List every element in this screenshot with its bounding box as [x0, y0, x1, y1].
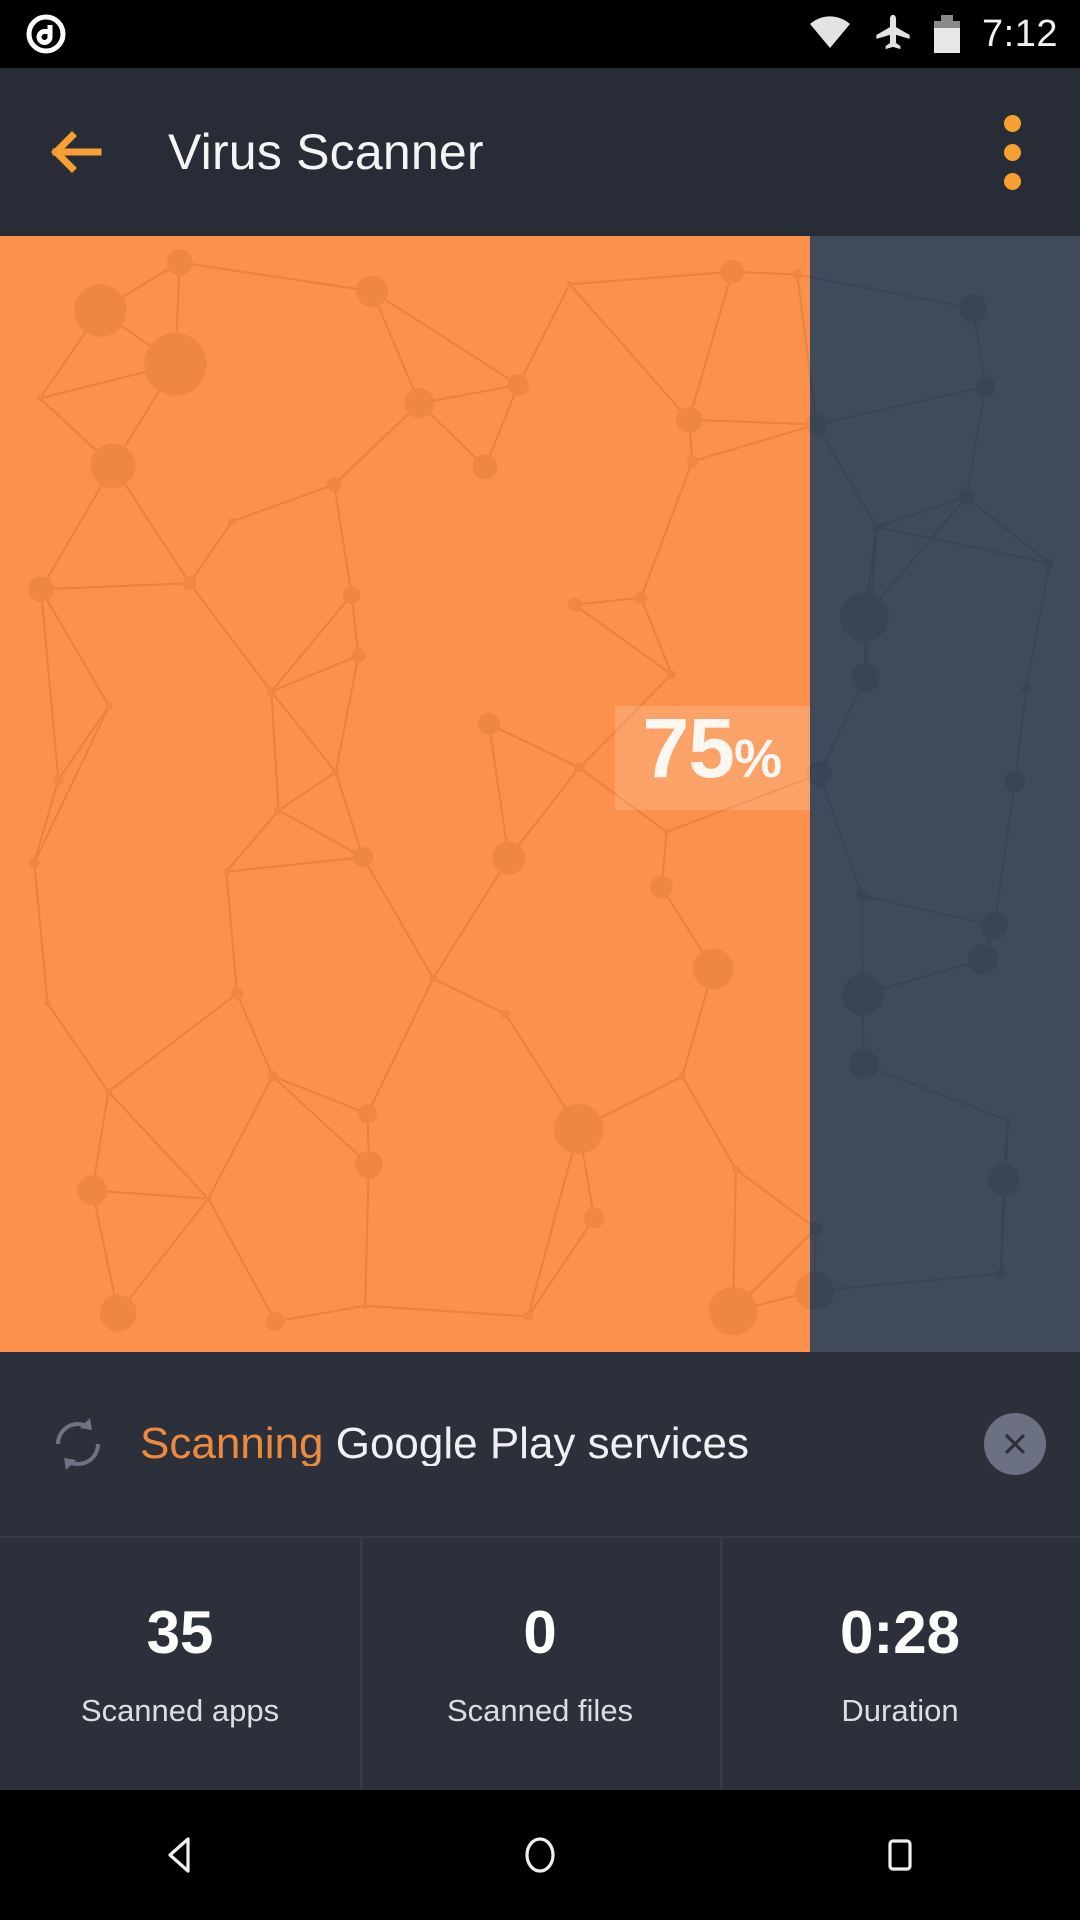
status-bar: 7:12 [0, 0, 1080, 68]
scan-progress-area: 75 % [0, 236, 1080, 1352]
progress-percent-badge: 75 % [614, 701, 810, 810]
scan-stats-row: 35 Scanned apps 0 Scanned files 0:28 Dur… [0, 1536, 1080, 1790]
scanning-status-row: Scanning Google Play services [0, 1352, 1080, 1536]
airplane-mode-icon [874, 13, 912, 56]
overflow-dot [1003, 172, 1021, 190]
battery-icon [934, 15, 961, 53]
avast-logo-icon [26, 14, 66, 54]
wifi-icon [808, 15, 852, 54]
stat-scanned-apps: 35 Scanned apps [0, 1538, 360, 1790]
sync-refresh-icon [46, 1412, 110, 1476]
scanning-target-label: Google Play services [335, 1422, 750, 1466]
nav-home-icon[interactable] [470, 1790, 610, 1920]
overflow-dot [1003, 114, 1021, 132]
status-bar-right: 7:12 [808, 13, 1058, 56]
overflow-menu-icon[interactable] [974, 102, 1050, 202]
status-bar-clock: 7:12 [982, 13, 1058, 55]
stat-label: Scanned apps [80, 1692, 280, 1728]
page-title: Virus Scanner [168, 124, 484, 180]
progress-percent-sign: % [733, 729, 782, 789]
scanning-action-label: Scanning [140, 1422, 324, 1466]
nav-back-icon[interactable] [110, 1790, 250, 1920]
phone-screen: 7:12 Virus Scanner 75 % Scanning Google … [0, 0, 1080, 1920]
scanning-status-text: Scanning Google Play services [140, 1422, 749, 1466]
close-icon[interactable] [984, 1413, 1046, 1475]
status-bar-left [26, 14, 66, 54]
stat-label: Scanned files [446, 1692, 634, 1728]
overflow-dot [1003, 143, 1021, 161]
stat-scanned-files: 0 Scanned files [360, 1538, 720, 1790]
network-pattern-decoration [28, 249, 1054, 1336]
android-nav-bar [0, 1790, 1080, 1920]
stat-value: 35 [146, 1598, 214, 1666]
app-header: Virus Scanner [0, 68, 1080, 236]
stat-duration: 0:28 Duration [720, 1538, 1080, 1790]
nav-recents-icon[interactable] [830, 1790, 970, 1920]
stat-label: Duration [841, 1692, 959, 1728]
stat-value: 0:28 [839, 1598, 961, 1666]
stat-value: 0 [523, 1598, 557, 1666]
back-arrow-icon[interactable] [34, 110, 118, 194]
progress-percent-value: 75 [642, 701, 735, 795]
